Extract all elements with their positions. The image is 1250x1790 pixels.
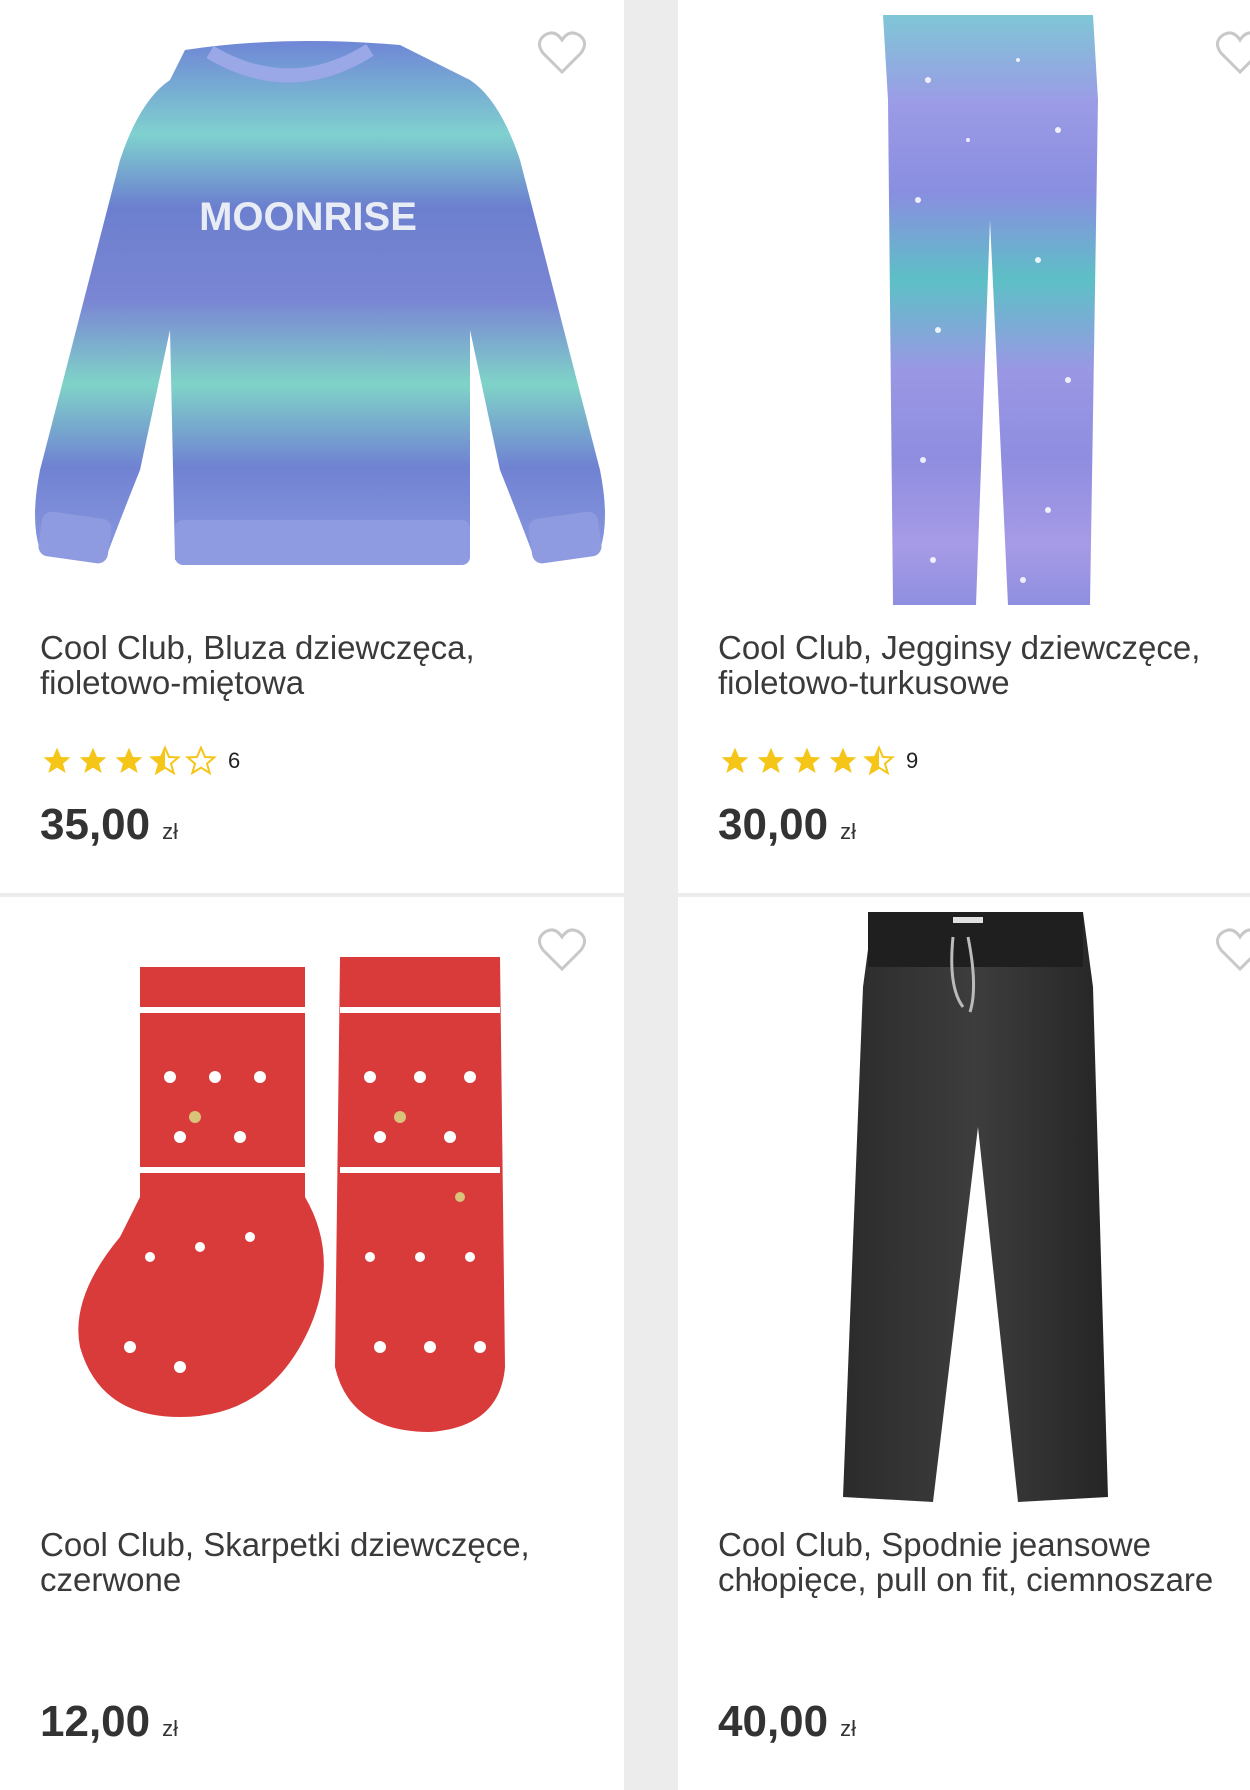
- product-title[interactable]: Cool Club, Skarpetki dziewczęce, czerwon…: [40, 1527, 560, 1597]
- product-price: 40,00 zł: [718, 1697, 856, 1747]
- product-title-line[interactable]: fioletowo-miętowa: [40, 665, 560, 700]
- product-price: 30,00 zł: [718, 800, 856, 850]
- star-icon: [721, 747, 749, 773]
- product-title-line[interactable]: chłopięce, pull on fit, ciemnoszare: [718, 1562, 1238, 1597]
- product-card[interactable]: MOONRISE Cool Club, Bluza dziewczęca, fi…: [0, 0, 624, 893]
- heart-outline-icon[interactable]: [537, 927, 587, 973]
- product-title-line[interactable]: fioletowo-turkusowe: [718, 665, 1238, 700]
- rating-count: 6: [228, 748, 241, 773]
- star-icon: [79, 747, 107, 773]
- product-price: 12,00 zł: [40, 1697, 178, 1747]
- product-title[interactable]: Cool Club, Jegginsy dziewczęce, fioletow…: [718, 630, 1238, 700]
- price-currency: zł: [840, 1716, 856, 1741]
- product-image-jeggings[interactable]: [678, 0, 1250, 610]
- product-title-line[interactable]: Cool Club, Skarpetki dziewczęce,: [40, 1527, 560, 1562]
- star-half-icon: [863, 745, 895, 776]
- star-icon: [793, 747, 821, 773]
- sweatshirt-print-text: MOONRISE: [199, 195, 417, 239]
- heart-outline-icon[interactable]: [1215, 927, 1250, 973]
- product-image-socks[interactable]: [0, 897, 624, 1507]
- price-currency: zł: [840, 819, 856, 844]
- product-image-sweatshirt[interactable]: MOONRISE: [0, 0, 624, 610]
- star-icon: [43, 747, 71, 773]
- product-card[interactable]: Cool Club, Spodnie jeansowe chłopięce, p…: [678, 897, 1250, 1790]
- heart-outline-icon[interactable]: [1215, 30, 1250, 76]
- price-currency: zł: [162, 1716, 178, 1741]
- product-title-line[interactable]: Cool Club, Bluza dziewczęca,: [40, 630, 560, 665]
- price-amount: 35,00: [40, 800, 151, 849]
- product-title-line[interactable]: czerwone: [40, 1562, 560, 1597]
- star-icon: [757, 747, 785, 773]
- price-amount: 30,00: [718, 800, 829, 849]
- product-price: 35,00 zł: [40, 800, 178, 850]
- product-title-line[interactable]: Cool Club, Spodnie jeansowe: [718, 1527, 1238, 1562]
- price-amount: 12,00: [40, 1697, 151, 1746]
- star-icon: [115, 747, 143, 773]
- product-card[interactable]: Cool Club, Skarpetki dziewczęce, czerwon…: [0, 897, 624, 1790]
- heart-outline-icon[interactable]: [537, 30, 587, 76]
- price-currency: zł: [162, 819, 178, 844]
- star-rating: 6: [40, 745, 240, 777]
- product-card[interactable]: Cool Club, Jegginsy dziewczęce, fioletow…: [678, 0, 1250, 893]
- star-half-icon: [149, 745, 181, 776]
- star-empty-icon: [185, 745, 217, 776]
- product-title-line[interactable]: Cool Club, Jegginsy dziewczęce,: [718, 630, 1238, 665]
- star-icon: [829, 747, 857, 773]
- product-title[interactable]: Cool Club, Bluza dziewczęca, fioletowo-m…: [40, 630, 560, 700]
- rating-count: 9: [906, 748, 919, 773]
- star-rating: 9: [718, 745, 918, 777]
- product-title[interactable]: Cool Club, Spodnie jeansowe chłopięce, p…: [718, 1527, 1238, 1597]
- price-amount: 40,00: [718, 1697, 829, 1746]
- product-image-jeans[interactable]: [678, 897, 1250, 1507]
